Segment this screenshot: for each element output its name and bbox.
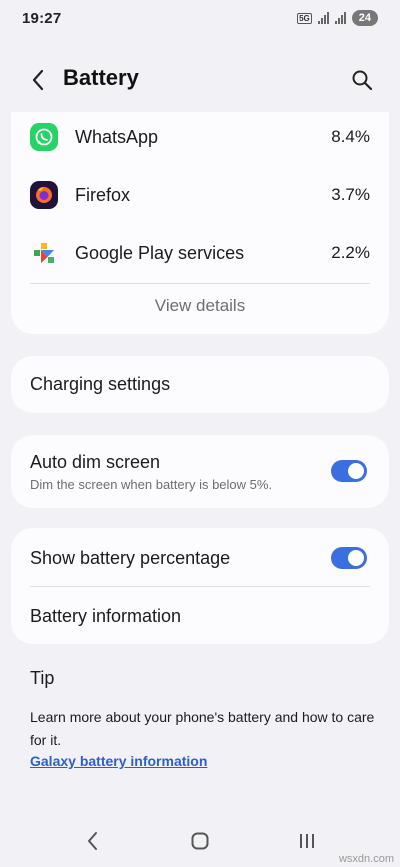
status-time: 19:27: [22, 9, 62, 27]
app-usage-percent: 2.2%: [331, 243, 370, 262]
battery-information-item[interactable]: Battery information: [11, 587, 389, 644]
nav-home-button[interactable]: [180, 826, 220, 856]
divider: [30, 283, 370, 284]
signal-icon-2: [334, 12, 346, 24]
app-name: WhatsApp: [75, 126, 159, 147]
search-icon: [352, 70, 373, 91]
battery-level-badge: 24: [351, 10, 378, 26]
toggle-knob: [348, 550, 364, 566]
auto-dim-toggle[interactable]: [331, 460, 367, 482]
auto-dim-description: Dim the screen when battery is below 5%.: [30, 477, 273, 492]
firefox-icon: [30, 181, 58, 209]
app-usage-card: WhatsApp 8.4% Firefox 3.7% Google Play s…: [11, 112, 389, 334]
battery-information-label: Battery information: [30, 606, 182, 626]
app-row-whatsapp[interactable]: WhatsApp 8.4%: [11, 112, 389, 162]
app-name: Firefox: [75, 184, 131, 205]
show-battery-percentage-item[interactable]: Show battery percentage: [11, 528, 389, 586]
auto-dim-screen-item[interactable]: Auto dim screen Dim the screen when batt…: [11, 435, 389, 508]
app-name: Google Play services: [75, 242, 245, 263]
nav-recents-button[interactable]: [287, 826, 327, 856]
nav-back-button[interactable]: [73, 826, 113, 856]
show-percentage-label: Show battery percentage: [30, 548, 231, 568]
status-bar: 19:27 5G 24: [0, 0, 400, 36]
page-title: Battery: [63, 65, 139, 90]
tip-title: Tip: [30, 668, 55, 688]
watermark: wsxdn.com: [338, 853, 394, 865]
whatsapp-icon: [30, 123, 58, 151]
network-type-badge: 5G: [297, 12, 312, 24]
back-button[interactable]: [24, 66, 52, 94]
app-usage-percent: 3.7%: [331, 185, 370, 204]
toggle-knob: [348, 463, 364, 479]
app-header: Battery: [0, 60, 400, 100]
search-button[interactable]: [348, 66, 376, 94]
view-details-button[interactable]: View details: [11, 296, 389, 316]
nav-back-icon: [88, 832, 98, 850]
charging-settings-item[interactable]: Charging settings: [11, 356, 389, 413]
signal-icon: [317, 12, 329, 24]
nav-recents-icon: [299, 834, 314, 848]
back-arrow-icon: [32, 69, 44, 91]
nav-home-icon: [191, 832, 209, 850]
app-row-firefox[interactable]: Firefox 3.7%: [11, 170, 389, 220]
battery-options-card: Show battery percentage Battery informat…: [11, 528, 389, 644]
show-percentage-toggle[interactable]: [331, 547, 367, 569]
galaxy-battery-information-link[interactable]: Galaxy battery information: [30, 753, 207, 769]
app-row-google-play-services[interactable]: Google Play services 2.2%: [11, 228, 389, 278]
tip-text: Learn more about your phone's battery an…: [30, 709, 375, 748]
app-usage-percent: 8.4%: [331, 127, 370, 146]
charging-settings-label: Charging settings: [30, 374, 171, 394]
status-indicators: 5G 24: [297, 10, 378, 26]
auto-dim-label: Auto dim screen: [30, 452, 161, 472]
google-play-services-icon: [30, 239, 58, 267]
